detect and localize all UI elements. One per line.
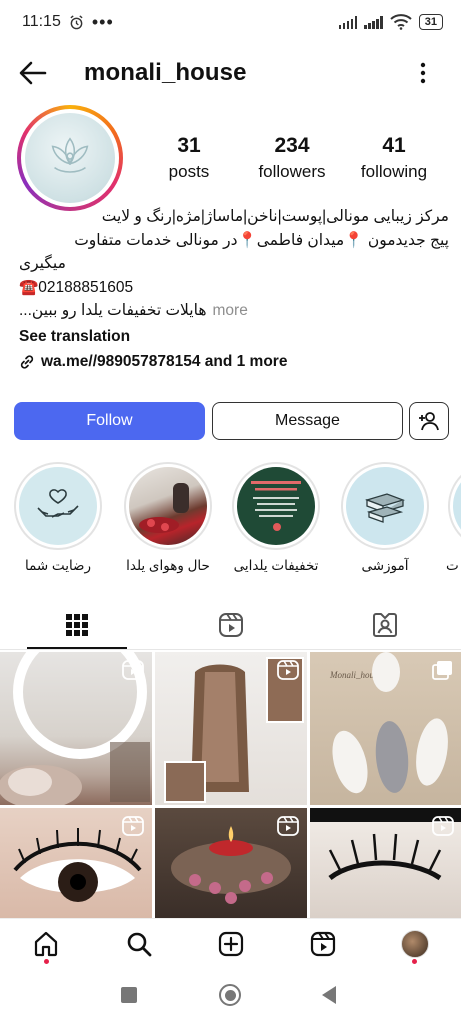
followers-label: followers xyxy=(258,162,326,181)
story-highlights: رضایت شما حال وهوای یلدا تخفیفات یلدایی … xyxy=(0,462,461,582)
profile-tabs xyxy=(0,600,461,650)
overflow-dots-icon: ••• xyxy=(91,12,114,32)
search-icon xyxy=(127,932,152,957)
posts-label: posts xyxy=(168,162,210,181)
grid-icon xyxy=(66,614,88,636)
back-arrow-icon[interactable] xyxy=(18,59,48,87)
bio-line: پیج جدیدمون 📍میدان فاطمی📍در مونالی خدمات… xyxy=(74,231,449,249)
reel-badge-icon xyxy=(122,660,144,680)
stat-followers[interactable]: 234 followers xyxy=(250,133,334,185)
post-grid: Monali_house xyxy=(0,652,461,918)
add-user-icon xyxy=(419,412,439,431)
highlight-label: آموزشی xyxy=(361,558,409,573)
photo-thumbnail xyxy=(139,483,189,533)
bottom-navigation xyxy=(0,918,461,970)
home-icon xyxy=(34,931,58,957)
post-thumbnail[interactable]: Monali_house xyxy=(310,652,461,805)
multi-post-icon xyxy=(432,661,452,680)
photo-thumbnail xyxy=(251,481,301,531)
highlight-label: حال وهوای یلدا xyxy=(126,558,210,573)
back-button[interactable] xyxy=(320,985,338,1005)
following-label: following xyxy=(360,162,428,181)
posts-count: 31 xyxy=(177,134,201,157)
books-icon xyxy=(364,493,406,523)
alarm-icon xyxy=(70,14,83,29)
highlight-item[interactable]: رضایت شما xyxy=(12,462,104,574)
more-link[interactable]: more xyxy=(213,299,248,323)
reel-badge-icon xyxy=(277,816,299,836)
home-button[interactable] xyxy=(219,984,241,1006)
highlight-item[interactable]: تخفیفات یلدایی xyxy=(230,462,322,574)
followers-count: 234 xyxy=(274,134,310,157)
post-thumbnail[interactable] xyxy=(0,652,152,805)
following-count: 41 xyxy=(382,134,406,157)
post-thumbnail[interactable] xyxy=(155,808,307,918)
post-thumbnail[interactable] xyxy=(310,808,461,918)
tab-tagged[interactable] xyxy=(335,600,435,650)
bio-link[interactable]: wa.me//989057878154 and 1 more xyxy=(19,350,449,374)
highlight-label: ت xyxy=(446,558,459,573)
status-time: 11:15 xyxy=(22,13,61,30)
see-translation-link[interactable]: See translation xyxy=(19,325,449,349)
reel-badge-icon xyxy=(277,660,299,680)
bio-line: میگیری xyxy=(19,255,66,272)
highlight-label: رضایت شما xyxy=(24,558,92,573)
notification-dot xyxy=(412,959,417,964)
profile-avatar[interactable] xyxy=(17,105,123,211)
bio-phone: ☎️02188851605 xyxy=(19,278,134,296)
signal-icon-2 xyxy=(364,15,383,29)
hands-heart-icon xyxy=(37,489,79,518)
battery-icon: 31 xyxy=(418,14,443,30)
link-icon xyxy=(20,355,34,369)
post-thumbnail[interactable] xyxy=(155,652,307,805)
recents-button[interactable] xyxy=(121,987,137,1003)
highlight-label: تخفیفات یلدایی xyxy=(233,558,319,573)
tab-reels[interactable] xyxy=(181,600,281,650)
nav-home[interactable] xyxy=(31,929,61,959)
reels-icon xyxy=(310,931,336,957)
post-thumbnail[interactable] xyxy=(0,808,152,918)
profile-header: monali_house xyxy=(0,50,461,96)
profile-username: monali_house xyxy=(84,59,247,86)
profile-bio: مرکز زیبایی مونالی|پوست|ناخن|ماساژ|مژه|ر… xyxy=(19,205,449,374)
signal-icon xyxy=(338,15,358,29)
system-navigation xyxy=(0,970,461,1024)
highlight-item[interactable]: حال وهوای یلدا xyxy=(122,462,214,574)
nav-create[interactable] xyxy=(216,929,246,959)
suggested-users-button[interactable] xyxy=(409,402,449,440)
bio-line: مرکز زیبایی مونالی|پوست|ناخن|ماساژ|مژه|ر… xyxy=(101,208,449,225)
lotus-logo-icon xyxy=(51,137,89,173)
bio-more-line: هایلات تخفیفات یلدا رو ببین... more xyxy=(19,299,449,323)
message-button[interactable]: Message xyxy=(212,402,403,440)
more-options-icon[interactable] xyxy=(414,60,432,86)
highlight-item[interactable]: آموزشی xyxy=(339,462,431,574)
reel-badge-icon xyxy=(122,816,144,836)
reel-badge-icon xyxy=(432,816,454,836)
status-bar: 11:15 ••• 31 xyxy=(0,0,461,44)
profile-avatar-small xyxy=(401,930,429,958)
active-tab-indicator xyxy=(27,647,127,649)
tab-grid[interactable] xyxy=(27,600,127,650)
nav-search[interactable] xyxy=(124,929,154,959)
reels-icon xyxy=(219,613,243,637)
highlight-item[interactable]: ت xyxy=(446,462,461,574)
follow-button[interactable]: Follow xyxy=(14,402,205,440)
wifi-icon xyxy=(390,14,412,30)
bio-line: هایلات تخفیفات یلدا رو ببین... xyxy=(19,302,207,319)
stat-following[interactable]: 41 following xyxy=(354,133,434,185)
create-post-icon xyxy=(218,931,244,957)
bio-link-text: wa.me//989057878154 and 1 more xyxy=(41,353,288,370)
stat-posts[interactable]: 31 posts xyxy=(160,133,218,185)
notification-dot xyxy=(44,959,49,964)
nav-reels[interactable] xyxy=(308,929,338,959)
tagged-icon xyxy=(373,613,397,637)
nav-profile[interactable] xyxy=(400,929,430,959)
